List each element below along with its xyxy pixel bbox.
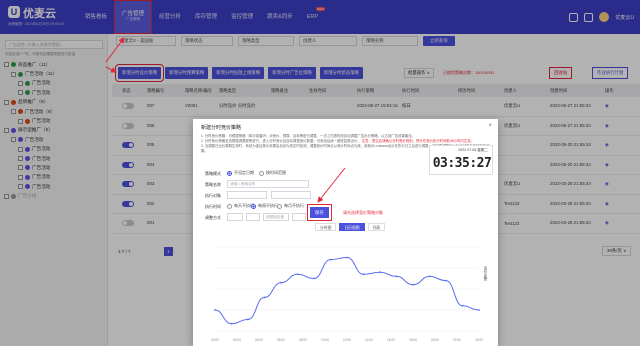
strategy-name-input[interactable]: 请输入策略名称 [227, 180, 309, 188]
object-end-input[interactable] [271, 191, 311, 199]
data-point[interactable] [461, 304, 464, 307]
radio-icon [277, 203, 282, 209]
time-label: 执行时间 [205, 204, 221, 209]
data-point[interactable] [346, 256, 348, 259]
adjust-label: 调整方式 [205, 215, 221, 220]
data-point[interactable] [263, 296, 266, 299]
data-point[interactable] [379, 271, 381, 274]
clock-date: 2022.07.05 星期二 [458, 148, 488, 152]
adjust-value-input[interactable] [227, 213, 243, 221]
close-icon[interactable]: × [488, 123, 492, 129]
chart-legend: 出价走势 [484, 266, 488, 282]
mode-option-1-label: 不设定日期 [234, 170, 254, 175]
adjust-method-select[interactable]: 按照固定值 [263, 213, 289, 221]
data-point[interactable] [445, 279, 447, 282]
new-strategy-modal: 新建分时竞价策略 × 1. 分时竞价策略：可根据策略（单次或循环）对竞价、预算、… [193, 119, 498, 346]
x-tick-label: 24:00 [475, 338, 483, 342]
modal-desc-1: 1. 分时竞价策略：可根据策略（单次或循环）对竞价、预算、目标等进行调整，一天之… [201, 134, 415, 138]
save-button[interactable]: 保存 [307, 204, 332, 221]
x-tick-label: 18:00 [409, 338, 417, 342]
x-tick-label: 16:00 [387, 338, 395, 342]
mode-label: 策略模式 [205, 171, 221, 176]
adjust-amount-input[interactable] [292, 213, 306, 221]
time-option-2-label: 每周不执行 [258, 203, 278, 208]
mode-option-1[interactable]: 不设定日期 [227, 170, 254, 176]
chart-view-tabs: 分时图 日历视图 列表 [315, 223, 386, 231]
radio-checked-icon [251, 203, 256, 209]
series-line [214, 256, 480, 325]
x-tick-label: 02:00 [233, 338, 241, 342]
time-option-3[interactable]: 每月不执行 [277, 203, 304, 209]
data-point[interactable] [247, 318, 249, 321]
clock-time: 03:35:27 [432, 156, 492, 171]
x-tick-label: 00:00 [211, 338, 219, 342]
object-required-hint: 请先选择竞价策略对象 [343, 210, 383, 215]
mode-option-2[interactable]: 按时间范围 [259, 170, 286, 176]
data-point[interactable] [214, 309, 216, 311]
object-label: 执行对象 [205, 193, 221, 198]
x-tick-label: 20:00 [431, 338, 439, 342]
modal-desc-warning: 注意：提交后请确认分时竞价规则，预计在竞价执行时间前48小时内生效。 [361, 139, 474, 143]
chart-view-tab[interactable]: 列表 [367, 223, 386, 231]
data-point[interactable] [395, 275, 398, 278]
object-start-input[interactable] [227, 191, 267, 199]
chart-view-tab[interactable]: 分时图 [315, 223, 337, 231]
x-tick-label: 08:00 [299, 338, 307, 342]
radio-icon [227, 203, 232, 209]
time-option-1[interactable]: 每天不执行 [227, 203, 254, 209]
data-point[interactable] [412, 283, 414, 286]
data-point[interactable] [428, 275, 431, 278]
mode-option-2-label: 按时间范围 [266, 170, 286, 175]
data-point[interactable] [313, 277, 315, 280]
data-point[interactable] [280, 281, 282, 284]
bid-trend-chart: 00:00 02:00 04:00 06:00 08:00 10:00 12:00 14:00… [211, 246, 483, 342]
data-point[interactable] [230, 322, 233, 325]
data-point[interactable] [478, 309, 480, 311]
name-label: 策略名称 [205, 182, 221, 187]
time-option-2[interactable]: 每周不执行 [251, 203, 278, 209]
radio-icon [259, 170, 264, 176]
modal-title: 新建分时竞价策略 [201, 125, 242, 131]
x-tick-label: 12:00 [343, 338, 351, 342]
x-tick-label: 06:00 [277, 338, 285, 342]
modal-desc-2: 2. 分时竞价策略支持根据调整频率进行，进入分时竞价后自动调整竞价数据；可添加后… [201, 139, 361, 143]
time-option-3-label: 每月不执行 [284, 203, 304, 208]
radio-checked-icon [227, 170, 232, 176]
data-point[interactable] [362, 273, 365, 276]
x-tick-label: 04:00 [255, 338, 263, 342]
data-point[interactable] [329, 258, 332, 261]
x-tick-label: 22:00 [453, 338, 461, 342]
x-tick-label: 14:00 [365, 338, 373, 342]
adjust-unit-input[interactable] [246, 213, 260, 221]
chart-view-tab[interactable]: 日历视图 [339, 223, 365, 231]
clock-widget: 2022.07.05 星期二 03:35:27 [429, 145, 493, 175]
x-tick-label: 10:00 [321, 338, 329, 342]
data-point[interactable] [296, 273, 299, 276]
